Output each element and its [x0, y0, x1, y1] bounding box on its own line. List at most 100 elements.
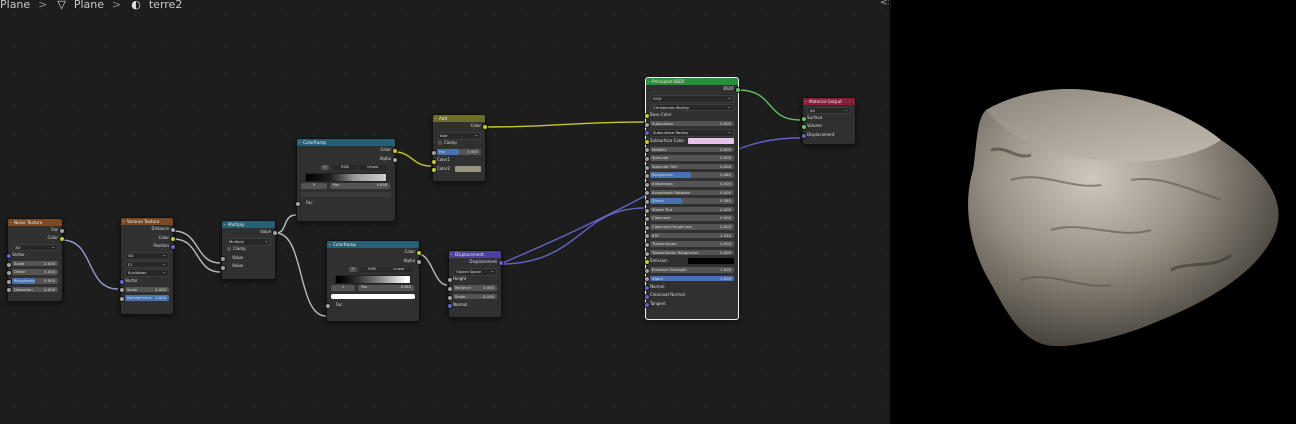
- bsdf-field-specular[interactable]: Specular 0.000: [643, 154, 738, 163]
- node-header[interactable]: Material Output: [803, 97, 855, 105]
- colorramp-node-1[interactable]: ColorRamp Color Alpha + RGB Linear 3 Pos…: [294, 138, 398, 222]
- socket[interactable]: [58, 235, 65, 242]
- roughness-field[interactable]: Roughness 0.500: [5, 277, 62, 286]
- clamp-checkbox[interactable]: Clamp: [433, 139, 485, 148]
- socket[interactable]: [643, 207, 650, 214]
- colorramp-node-2[interactable]: ColorRamp Color Alpha + RGB Linear 1 Pos…: [324, 240, 422, 322]
- socket[interactable]: [5, 253, 12, 260]
- bsdf-field-subsurface-color[interactable]: Subsurface Color: [643, 137, 738, 146]
- emission-strength-field[interactable]: Emission Strength 1.000: [643, 265, 738, 274]
- socket[interactable]: [643, 156, 650, 163]
- voronoi-texture-node[interactable]: Voronoi Texture Distance Color Position …: [118, 217, 176, 315]
- socket[interactable]: [643, 147, 650, 154]
- node-header[interactable]: ColorRamp: [327, 240, 419, 248]
- bsdf-field-ior[interactable]: IOR 1.450: [643, 231, 738, 240]
- socket[interactable]: [643, 130, 650, 137]
- node-header[interactable]: Add: [433, 114, 485, 122]
- node-header[interactable]: ColorRamp: [297, 138, 395, 146]
- add-stop-button[interactable]: +: [349, 266, 357, 273]
- socket[interactable]: [643, 121, 650, 128]
- node-links: [61, 89, 801, 317]
- color-mode-dropdown[interactable]: RGB: [361, 266, 383, 273]
- input-color2[interactable]: Color2: [430, 165, 485, 174]
- clamp-checkbox[interactable]: Clamp: [222, 245, 275, 254]
- input-color1: Color1: [430, 156, 485, 165]
- bsdf-field-subsurface[interactable]: Subsurface 0.000: [643, 119, 738, 128]
- bsdf-field-anisotropic[interactable]: Anisotropic 0.000: [643, 180, 738, 189]
- space-dropdown[interactable]: Object Space: [449, 267, 501, 276]
- bsdf-field-roughness[interactable]: Roughness 0.485: [643, 171, 738, 180]
- bsdf-field-anisotropic-rotation[interactable]: Anisotropic Rotation 0.000: [643, 188, 738, 197]
- bsdf-field-sheen-tint[interactable]: Sheen Tint 0.000: [643, 205, 738, 214]
- node-header[interactable]: Noise Texture: [8, 218, 62, 226]
- socket[interactable]: [643, 181, 650, 188]
- stop-color-swatch[interactable]: [327, 292, 419, 301]
- socket[interactable]: [643, 241, 650, 248]
- distortion-field[interactable]: Distortion 0.000: [5, 285, 62, 294]
- color-swatch[interactable]: [688, 138, 734, 144]
- operation-dropdown[interactable]: Multiply: [222, 237, 275, 246]
- bsdf-field-subsurface-radius[interactable]: Subsurface Radius: [643, 128, 738, 138]
- socket[interactable]: [643, 138, 650, 145]
- randomness-field[interactable]: Randomness 1.000: [118, 294, 173, 303]
- stop-position-field[interactable]: Pos 0.638: [330, 183, 390, 189]
- socket[interactable]: [643, 216, 650, 223]
- node-header[interactable]: Multiply: [222, 220, 275, 228]
- alpha-field[interactable]: Alpha 1.000: [643, 274, 738, 283]
- bsdf-field-transmission-roughness[interactable]: Transmission Roughness 0.000: [643, 248, 738, 257]
- noise-texture-node[interactable]: Noise Texture Fac Color 3D Vector Scale2…: [5, 218, 65, 302]
- color-ramp-gradient[interactable]: [297, 172, 395, 182]
- stop-index-field[interactable]: 1: [331, 285, 355, 291]
- midlevel-field[interactable]: Midlevel 0.000: [446, 284, 501, 293]
- target-dropdown[interactable]: All: [803, 105, 855, 115]
- socket[interactable]: [643, 190, 650, 197]
- bsdf-field-specular-tint[interactable]: Specular Tint 0.000: [643, 162, 738, 171]
- interpolation-dropdown[interactable]: Linear: [385, 266, 413, 273]
- input-volume: Volume: [800, 122, 855, 131]
- dimensions-dropdown[interactable]: 3D: [121, 251, 173, 260]
- stop-color-swatch[interactable]: [297, 190, 395, 199]
- socket[interactable]: [643, 233, 650, 240]
- output-color: Color: [8, 234, 65, 243]
- material-output-node[interactable]: Material Output All Surface Volume Displ…: [800, 97, 856, 145]
- scale-field[interactable]: Scale 0.100: [446, 292, 501, 301]
- node-header[interactable]: Principled BSDF: [646, 77, 738, 85]
- bsdf-field-clearcoat[interactable]: Clearcoat 0.000: [643, 214, 738, 223]
- bsdf-field-metallic[interactable]: Metallic 0.000: [643, 145, 738, 154]
- metric-dropdown[interactable]: Euclidean: [121, 268, 173, 278]
- output-displacement: Displacement: [449, 258, 504, 267]
- input-emission[interactable]: Emission: [643, 257, 738, 266]
- socket[interactable]: [643, 199, 650, 206]
- socket[interactable]: [643, 173, 650, 180]
- shader-node-editor[interactable]: Plane > ▽ Plane > ◐ terre2 <> Noise Text…: [0, 0, 891, 424]
- color-ramp-gradient[interactable]: [327, 274, 419, 284]
- fac-field[interactable]: Fac 0.500: [430, 148, 485, 157]
- scale-field[interactable]: Scale 2.000: [5, 259, 62, 268]
- scale-field[interactable]: Scale 5.000: [118, 285, 173, 294]
- bsdf-field-clearcoat-roughness[interactable]: Clearcoat Roughness 0.000: [643, 223, 738, 232]
- principled-bsdf-node[interactable]: Principled BSDF BSDF GGX Christensen-Bur…: [643, 77, 741, 320]
- node-header[interactable]: Voronoi Texture: [121, 217, 173, 225]
- distribution-dropdown[interactable]: GGX: [646, 94, 738, 103]
- feature-dropdown[interactable]: F1: [121, 259, 173, 269]
- stop-position-field[interactable]: Pos 0.965: [358, 285, 414, 291]
- displacement-node[interactable]: Displacement Displacement Object Space H…: [446, 250, 504, 318]
- socket[interactable]: [643, 224, 650, 231]
- socket[interactable]: [643, 164, 650, 171]
- multiply-math-node[interactable]: Multiply Value Multiply Clamp Value Valu…: [219, 220, 278, 280]
- bsdf-field-transmission[interactable]: Transmission 0.000: [643, 240, 738, 249]
- dimensions-dropdown[interactable]: 3D: [8, 242, 62, 252]
- node-header[interactable]: Displacement: [449, 250, 501, 258]
- bsdf-field-sheen[interactable]: Sheen 0.385: [643, 197, 738, 206]
- blend-mode-dropdown[interactable]: Add: [433, 131, 485, 140]
- add-mix-node[interactable]: Add Color Add Clamp Fac0.500 Color1 Colo…: [430, 114, 488, 182]
- render-viewport[interactable]: [891, 0, 1296, 424]
- color-mode-dropdown[interactable]: RGB: [333, 164, 357, 171]
- output-color: Color: [297, 146, 398, 155]
- subsurface-method-dropdown[interactable]: Christensen-Burley: [646, 102, 738, 112]
- detail-field[interactable]: Detail 5.000: [5, 268, 62, 277]
- interpolation-dropdown[interactable]: Linear: [359, 164, 387, 171]
- add-stop-button[interactable]: +: [321, 164, 329, 171]
- socket[interactable]: [643, 250, 650, 257]
- stop-index-field[interactable]: 3: [301, 183, 327, 189]
